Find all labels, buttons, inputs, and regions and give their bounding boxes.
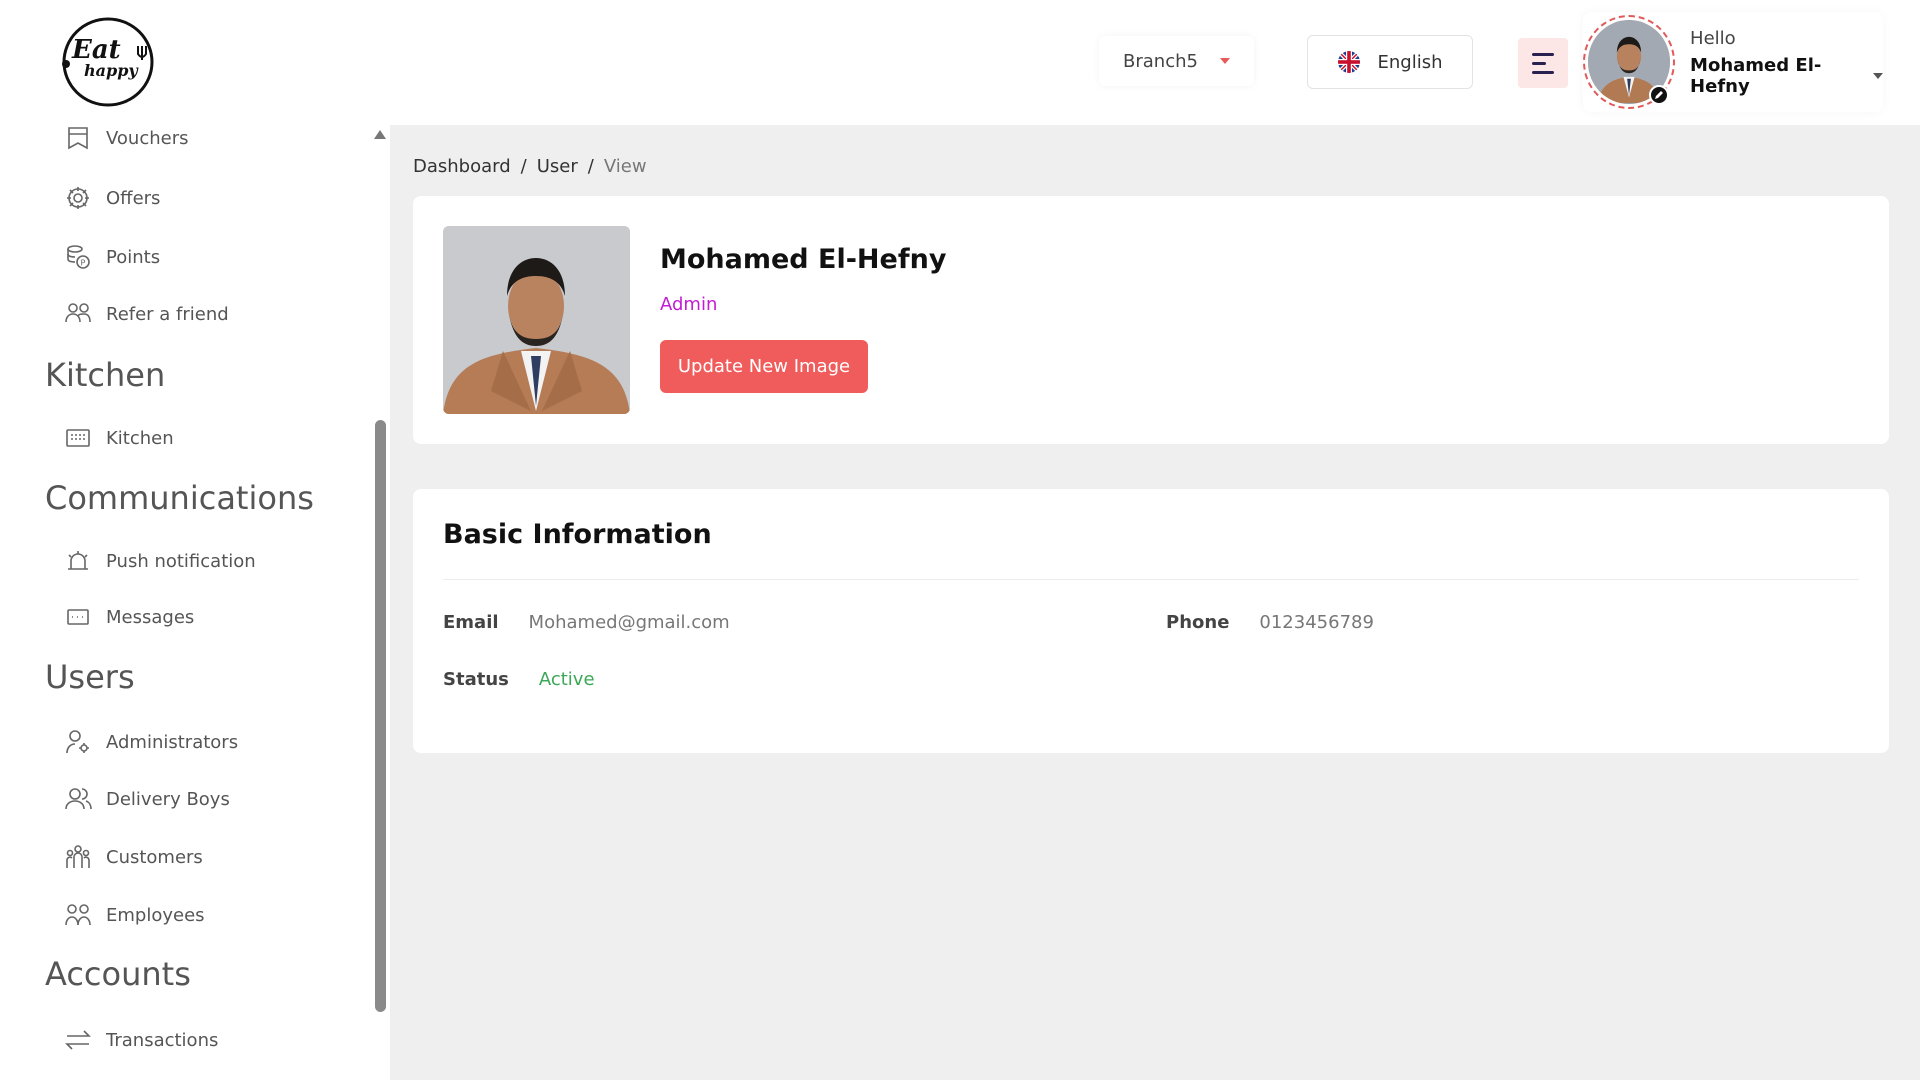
- language-selector[interactable]: English: [1307, 35, 1473, 89]
- profile-name: Mohamed El-Hefny: [660, 244, 947, 275]
- breadcrumb-separator: /: [587, 156, 594, 177]
- sidebar-item-label: Delivery Boys: [106, 788, 230, 810]
- user-name[interactable]: Mohamed El-Hefny: [1690, 55, 1883, 97]
- section-heading-kitchen: Kitchen: [45, 356, 166, 394]
- hamburger-line: [1532, 61, 1546, 65]
- profile-role: Admin: [660, 294, 718, 315]
- profile-photo: [443, 226, 630, 414]
- sidebar-item-label: Points: [106, 246, 161, 268]
- sidebar-item-label: Administrators: [106, 731, 239, 753]
- avatar[interactable]: [1583, 15, 1676, 109]
- top-header: Branch5 English Hello Mohamed El-Hefny: [390, 0, 1920, 125]
- scrollbar-thumb[interactable]: [375, 420, 386, 1012]
- coins-icon: P: [67, 245, 90, 269]
- sidebar: Eat happy Vouchers Offers P Points Refer…: [0, 0, 390, 1080]
- section-heading-communications: Communications: [45, 479, 314, 517]
- kitchen-icon: [66, 429, 90, 447]
- basic-information-card: Basic Information Email Mohamed@gmail.co…: [413, 489, 1889, 753]
- edit-avatar-icon[interactable]: [1649, 85, 1670, 105]
- sidebar-item-label: Refer a friend: [106, 303, 229, 325]
- sidebar-item-customers[interactable]: Customers: [64, 839, 203, 875]
- phone-value: 0123456789: [1259, 612, 1374, 633]
- user-name-label: Mohamed El-Hefny: [1690, 54, 1822, 97]
- transfer-icon: [65, 1030, 91, 1050]
- sidebar-item-administrators[interactable]: Administrators: [64, 724, 238, 760]
- breadcrumb-separator: /: [520, 156, 527, 177]
- sidebar-item-delivery-boys[interactable]: Delivery Boys: [64, 781, 230, 817]
- voucher-icon: [68, 127, 88, 150]
- sidebar-item-label: Transactions: [106, 1029, 219, 1051]
- sidebar-item-messages[interactable]: Messages: [64, 599, 194, 635]
- branch-label: Branch5: [1123, 50, 1198, 72]
- breadcrumb: Dashboard / User / View: [413, 156, 647, 177]
- sidebar-item-kitchen[interactable]: Kitchen: [64, 420, 174, 456]
- sidebar-item-offers[interactable]: Offers: [64, 180, 160, 216]
- phone-label: Phone: [1166, 612, 1230, 633]
- language-label: English: [1377, 51, 1443, 73]
- section-heading-users: Users: [45, 658, 135, 696]
- chevron-down-icon: [1873, 72, 1883, 79]
- hamburger-line: [1532, 52, 1554, 56]
- user-menu[interactable]: Hello Mohamed El-Hefny: [1583, 12, 1883, 112]
- sidebar-item-push-notification[interactable]: Push notification: [64, 543, 256, 579]
- bell-icon: [68, 551, 88, 570]
- breadcrumb-user[interactable]: User: [537, 156, 578, 177]
- greeting-text: Hello: [1690, 27, 1736, 49]
- sidebar-item-label: Vouchers: [106, 127, 189, 149]
- sidebar-item-transactions[interactable]: Transactions: [64, 1022, 218, 1058]
- logo-text-happy: happy: [84, 61, 139, 80]
- sidebar-item-label: Customers: [106, 846, 203, 868]
- chevron-down-icon: [1219, 58, 1230, 64]
- hamburger-line: [1532, 70, 1554, 74]
- eat-happy-logo[interactable]: Eat happy: [58, 16, 158, 108]
- sidebar-item-label: Push notification: [106, 550, 256, 572]
- branch-selector[interactable]: Branch5: [1099, 36, 1254, 86]
- admin-icon: [66, 730, 89, 754]
- breadcrumb-current: View: [603, 156, 647, 177]
- section-title: Basic Information: [443, 519, 712, 550]
- sidebar-item-refer-a-friend[interactable]: Refer a friend: [64, 296, 229, 332]
- email-value: Mohamed@gmail.com: [528, 612, 730, 633]
- scroll-up-arrow[interactable]: [374, 130, 386, 139]
- menu-toggle-button[interactable]: [1518, 38, 1568, 88]
- status-label: Status: [443, 669, 509, 690]
- sidebar-item-label: Kitchen: [106, 427, 174, 449]
- sidebar-item-label: Messages: [106, 606, 195, 628]
- divider: [443, 579, 1859, 580]
- employees-icon: [65, 904, 91, 926]
- update-image-button[interactable]: Update New Image: [660, 340, 868, 393]
- sidebar-item-employees[interactable]: Employees: [64, 897, 205, 933]
- email-label: Email: [443, 612, 499, 633]
- section-heading-accounts: Accounts: [45, 955, 191, 993]
- profile-card: Mohamed El-Hefny Admin Update New Image: [413, 196, 1889, 444]
- sidebar-item-vouchers[interactable]: Vouchers: [64, 120, 189, 156]
- status-badge: Active: [538, 669, 595, 690]
- svg-text:P: P: [81, 259, 86, 268]
- breadcrumb-dashboard[interactable]: Dashboard: [413, 156, 511, 177]
- message-icon: [67, 609, 89, 625]
- sidebar-item-points[interactable]: P Points: [64, 239, 160, 275]
- status-field: Status Active: [443, 669, 595, 690]
- gear-icon: [67, 187, 89, 209]
- uk-flag-icon: [1337, 51, 1360, 73]
- customers-icon: [66, 845, 90, 868]
- email-field: Email Mohamed@gmail.com: [443, 612, 730, 633]
- sidebar-item-label: Offers: [106, 187, 161, 209]
- refer-icon: [65, 303, 91, 323]
- sidebar-item-label: Employees: [106, 904, 205, 926]
- phone-field: Phone 0123456789: [1166, 612, 1374, 633]
- users-icon: [65, 788, 92, 810]
